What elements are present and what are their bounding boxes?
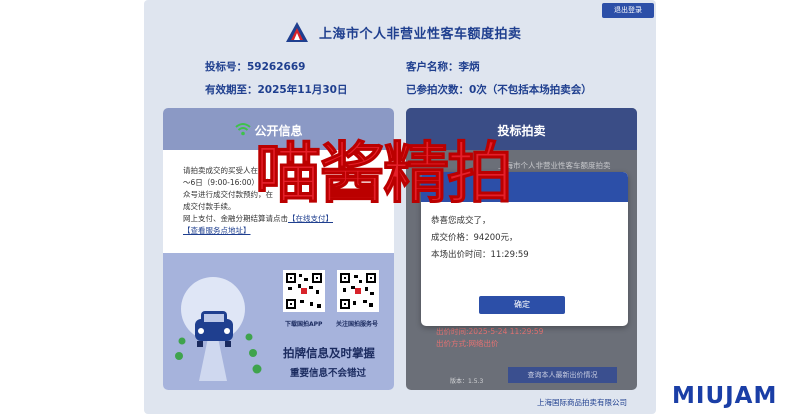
valid-until: 有效期至：2025年11月30日 (205, 84, 348, 96)
bid-time-text: 出价时间:2025-5-24 11:29:59 (436, 327, 544, 336)
bid-number: 投标号：59262669 (205, 61, 306, 73)
dialog-bid-time: 本场出价时间：11:29:59 (431, 250, 529, 260)
bidding-bg-title: 上海市个人非营业性客车额度拍卖 (498, 161, 611, 170)
promo-area: 下载国拍APP 关注国拍服务号 拍牌信息及时掌握 重要信息不会错过 (163, 253, 394, 390)
app-qr-code (283, 270, 325, 312)
footer-company: 上海国际商品拍卖有限公司 (537, 398, 627, 407)
page-header: 上海市个人非营业性客车额度拍卖 (285, 20, 522, 44)
logout-button[interactable]: 退出登录 (602, 3, 654, 18)
service-qr-code (337, 270, 379, 312)
qr-service-label: 关注国拍服务号 (336, 321, 379, 328)
slogan-main: 拍牌信息及时掌握 (283, 346, 375, 360)
qr-app-label: 下载国拍APP (285, 321, 323, 328)
attended-count: 已参拍次数：0次（不包括本场拍卖会） (406, 84, 592, 96)
slogan-sub: 重要信息不会错过 (290, 368, 367, 379)
page-title: 上海市个人非营业性客车额度拍卖 (319, 26, 522, 42)
bid-method-text: 出价方式:网络出价 (436, 339, 499, 348)
dialog-deal-price: 成交价格：94200元， (431, 233, 518, 243)
watermark-text: 喵酱精拍 (255, 135, 514, 213)
confirm-button[interactable]: 确定 (479, 296, 565, 314)
customer-name: 客户名称：李炳 (406, 61, 480, 73)
auction-logo-icon (286, 22, 308, 42)
car-illustration (175, 277, 262, 381)
service-address-link[interactable]: 【查看服务点地址】 (183, 226, 251, 235)
brand-watermark: MIUJAM (672, 383, 778, 409)
query-latest-bid-button[interactable]: 查询本人最新出价情况 (508, 367, 617, 383)
version-text: 版本：1.5.3 (450, 378, 484, 385)
